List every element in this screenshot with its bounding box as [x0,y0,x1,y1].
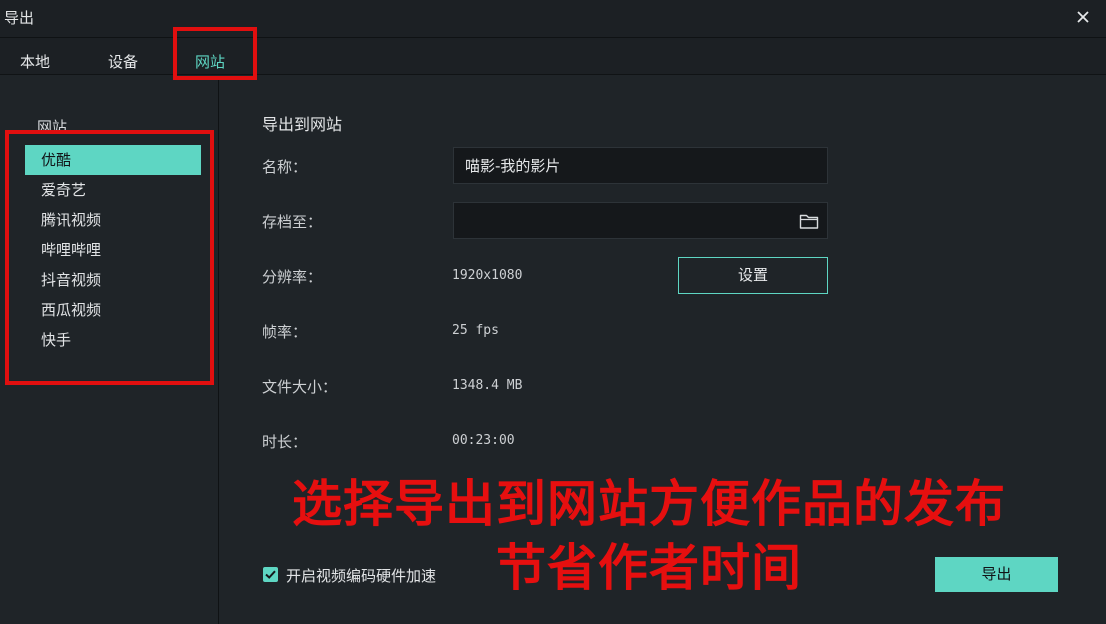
save-to-label: 存档至： [262,213,323,231]
close-button[interactable] [1070,4,1096,30]
annotation-caption-line1: 选择导出到网站方便作品的发布 [292,475,1006,533]
title-bar: 导出 [0,0,1106,38]
folder-button[interactable] [799,212,819,230]
name-label: 名称： [262,158,308,176]
folder-icon [799,214,819,229]
close-icon [1077,11,1089,23]
annotation-caption-line2: 节省作者时间 [496,539,802,597]
duration-value: 00:23:00 [452,433,515,448]
filesize-label: 文件大小： [262,378,338,396]
framerate-label: 帧率： [262,323,308,341]
save-path-text [464,213,790,229]
name-input[interactable] [453,147,828,184]
filesize-value: 1348.4 MB [452,378,523,393]
resolution-label: 分辨率： [262,268,323,286]
framerate-value: 25 fps [452,323,499,338]
window-title: 导出 [4,9,35,27]
tab-device[interactable]: 设备 [108,51,138,72]
tab-bar: 本地 设备 网站 [0,38,1106,75]
highlight-box-site-list [5,130,214,385]
tab-local[interactable]: 本地 [20,51,50,72]
duration-label: 时长： [262,433,308,451]
resolution-value: 1920x1080 [452,268,523,283]
form-heading: 导出到网站 [262,115,343,134]
save-path-field[interactable] [453,202,828,239]
highlight-box-website-tab [173,27,257,80]
settings-button[interactable]: 设置 [678,257,828,294]
